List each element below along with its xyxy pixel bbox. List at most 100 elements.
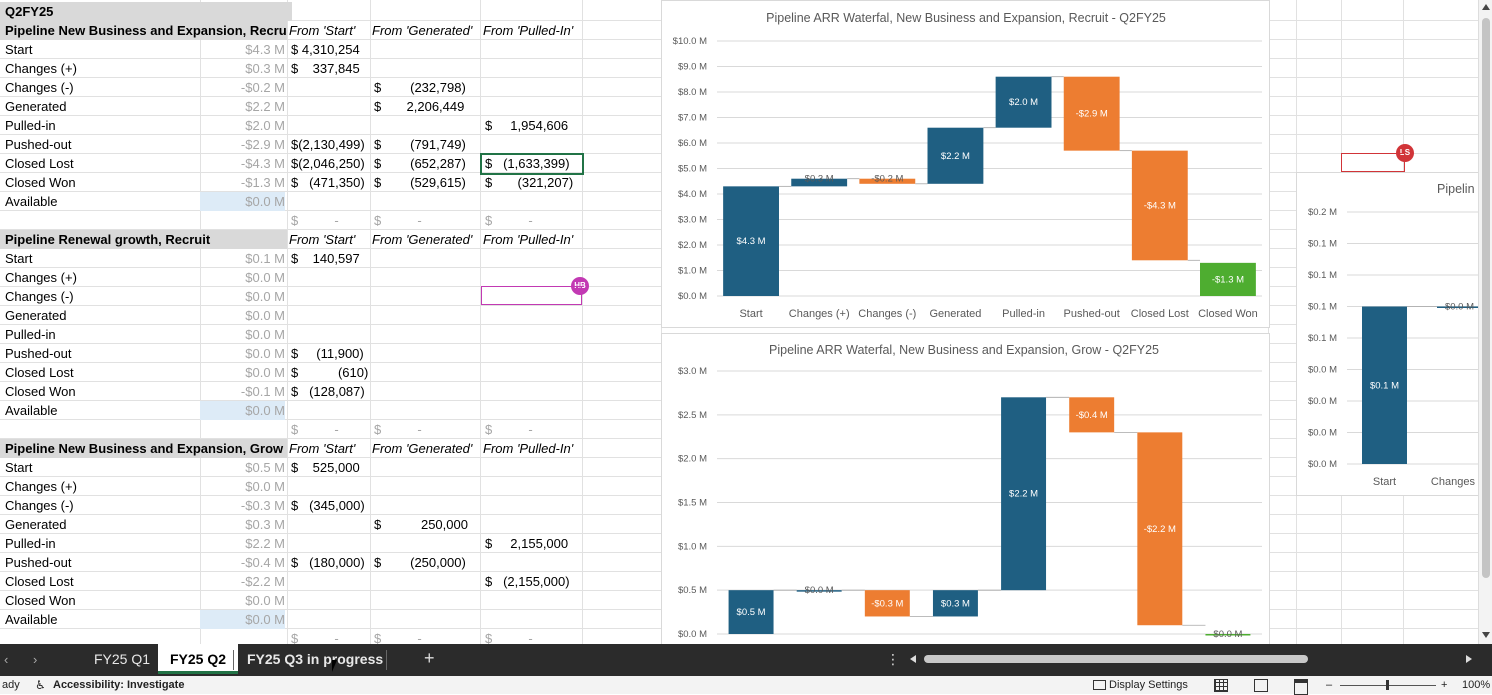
from-generated-value-cell[interactable]: $ 2,206,449 [374, 97, 478, 116]
total-from-pulled-in-cell[interactable]: $ - [485, 211, 580, 230]
row-label-cell[interactable]: Pushed-out [5, 553, 200, 572]
row-label-cell[interactable]: Pulled-in [5, 116, 200, 135]
from-pulled-in-value-cell[interactable]: $ 1,954,606 [485, 116, 580, 135]
sheet-title-cell[interactable]: Q2FY25 [0, 2, 292, 21]
row-label-cell[interactable]: Pushed-out [5, 135, 200, 154]
row-summary-cell[interactable]: -$2.2 M [200, 572, 285, 591]
row-label-cell[interactable]: Closed Won [5, 591, 200, 610]
from-generated-value-cell[interactable]: $ (232,798) [374, 78, 478, 97]
row-label-cell[interactable]: Closed Won [5, 173, 200, 192]
row-summary-cell[interactable]: -$0.1 M [200, 382, 285, 401]
horizontal-scrollbar[interactable] [906, 652, 1476, 666]
tab-scroll-left-icon[interactable]: ‹ [4, 652, 8, 667]
row-label-cell[interactable]: Generated [5, 306, 200, 325]
row-summary-cell[interactable]: -$1.3 M [200, 173, 285, 192]
from-generated-value-cell[interactable]: $ (529,615) [374, 173, 478, 192]
accessibility-status[interactable]: Accessibility: Investigate [53, 676, 184, 694]
from-start-value-cell[interactable]: $ 140,597 [291, 249, 368, 268]
zoom-in-button[interactable]: + [1441, 676, 1447, 694]
worksheet[interactable]: Q2FY25 Pipeline New Business and Expansio… [0, 0, 1478, 644]
total-from-start-cell[interactable]: $ - [291, 629, 368, 644]
from-start-value-cell[interactable]: $ 4,310,254 [291, 40, 368, 59]
vertical-scrollbar[interactable] [1478, 0, 1492, 644]
row-summary-cell[interactable]: $0.0 M [200, 610, 285, 629]
row-label-cell[interactable]: Closed Lost [5, 154, 200, 173]
row-summary-cell[interactable]: $0.0 M [200, 192, 285, 211]
row-label-cell[interactable]: Pulled-in [5, 534, 200, 553]
row-label-cell[interactable]: Start [5, 40, 200, 59]
tab-fy25-q3-in-progress[interactable]: FY25 Q3 in progress [235, 644, 395, 674]
from-generated-value-cell[interactable]: $ (652,287) [374, 154, 478, 173]
total-from-generated-cell[interactable]: $ - [374, 211, 478, 230]
row-label-cell[interactable]: Changes (+) [5, 477, 200, 496]
from-start-value-cell[interactable]: $ (180,000) [291, 553, 368, 572]
row-summary-cell[interactable]: -$0.4 M [200, 553, 285, 572]
waterfall-chart-grow[interactable]: Pipeline ARR Waterfal, New Business and … [661, 333, 1270, 644]
row-summary-cell[interactable]: $0.3 M [200, 59, 285, 78]
accessibility-icon[interactable]: ♿ [35, 676, 46, 694]
total-from-generated-cell[interactable]: $ - [374, 629, 478, 644]
from-start-value-cell[interactable]: $ (471,350) [291, 173, 368, 192]
from-start-value-cell[interactable]: $ (11,900) [291, 344, 368, 363]
total-from-start-cell[interactable]: $ - [291, 211, 368, 230]
row-summary-cell[interactable]: $2.2 M [200, 97, 285, 116]
col-head-from-generated[interactable]: From 'Generated' [372, 439, 480, 458]
horizontal-scrollbar-thumb[interactable] [924, 655, 1308, 663]
row-summary-cell[interactable]: $0.3 M [200, 515, 285, 534]
row-label-cell[interactable]: Generated [5, 515, 200, 534]
display-settings-button[interactable]: Display Settings [1109, 676, 1188, 694]
row-label-cell[interactable]: Changes (+) [5, 268, 200, 287]
row-summary-cell[interactable]: -$2.9 M [200, 135, 285, 154]
from-generated-value-cell[interactable]: $ 250,000 [374, 515, 478, 534]
row-summary-cell[interactable]: -$0.3 M [200, 496, 285, 515]
waterfall-chart-recruit[interactable]: Pipeline ARR Waterfal, New Business and … [661, 0, 1270, 328]
scroll-down-arrow-icon[interactable] [1482, 632, 1490, 638]
from-start-value-cell[interactable]: $ 337,845 [291, 59, 368, 78]
waterfall-chart-renewal[interactable]: Pipelin $0.0 M $0.0 M $0.0 M $0.0 M $0.1 M $0.… [1296, 172, 1478, 496]
page-break-view-icon[interactable] [1294, 679, 1308, 695]
page-layout-view-icon[interactable] [1254, 679, 1268, 692]
row-summary-cell[interactable]: -$0.2 M [200, 78, 285, 97]
row-summary-cell[interactable]: $0.0 M [200, 363, 285, 382]
col-head-from-start[interactable]: From 'Start' [289, 439, 370, 458]
total-from-start-cell[interactable]: $ - [291, 420, 368, 439]
from-start-value-cell[interactable]: $ (610) [291, 363, 368, 382]
row-label-cell[interactable]: Start [5, 458, 200, 477]
display-settings-icon[interactable] [1093, 680, 1106, 690]
from-start-value-cell[interactable]: $ (128,087) [291, 382, 368, 401]
row-summary-cell[interactable]: $2.0 M [200, 116, 285, 135]
row-label-cell[interactable]: Closed Won [5, 382, 200, 401]
tab-fy25-q2[interactable]: FY25 Q2 [158, 644, 239, 674]
row-summary-cell[interactable]: $0.0 M [200, 325, 285, 344]
from-start-value-cell[interactable]: $(2,046,250) [291, 154, 368, 173]
row-label-cell[interactable]: Start [5, 249, 200, 268]
section-title-cell[interactable]: Pipeline New Business and Expansion, Rec… [0, 21, 287, 40]
row-label-cell[interactable]: Available [5, 610, 200, 629]
row-label-cell[interactable]: Changes (-) [5, 78, 200, 97]
from-generated-value-cell[interactable]: $ (791,749) [374, 135, 478, 154]
row-summary-cell[interactable]: -$4.3 M [200, 154, 285, 173]
scroll-up-arrow-icon[interactable] [1482, 4, 1490, 10]
from-start-value-cell[interactable]: $ (345,000) [291, 496, 368, 515]
section-title-cell[interactable]: Pipeline Renewal growth, Recruit [0, 230, 287, 249]
vertical-scrollbar-thumb[interactable] [1482, 18, 1490, 578]
hscroll-left-arrow-icon[interactable] [910, 655, 916, 663]
col-head-from-pulled-in[interactable]: From 'Pulled-In' [483, 21, 582, 40]
row-summary-cell[interactable]: $0.0 M [200, 306, 285, 325]
from-start-value-cell[interactable]: $(2,130,499) [291, 135, 368, 154]
col-head-from-start[interactable]: From 'Start' [289, 230, 370, 249]
row-label-cell[interactable]: Available [5, 192, 200, 211]
from-generated-value-cell[interactable]: $ (250,000) [374, 553, 478, 572]
hscroll-right-arrow-icon[interactable] [1466, 655, 1472, 663]
row-label-cell[interactable]: Changes (-) [5, 496, 200, 515]
row-label-cell[interactable]: Changes (-) [5, 287, 200, 306]
row-label-cell[interactable]: Pushed-out [5, 344, 200, 363]
row-summary-cell[interactable]: $0.0 M [200, 287, 285, 306]
row-summary-cell[interactable]: $0.0 M [200, 401, 285, 420]
row-label-cell[interactable]: Closed Lost [5, 572, 200, 591]
section-title-cell[interactable]: Pipeline New Business and Expansion, Gro… [0, 439, 287, 458]
from-pulled-in-value-cell[interactable]: $ (2,155,000) [485, 572, 580, 591]
total-from-generated-cell[interactable]: $ - [374, 420, 478, 439]
from-pulled-in-value-cell[interactable]: $ (321,207) [485, 173, 580, 192]
row-summary-cell[interactable]: $0.5 M [200, 458, 285, 477]
